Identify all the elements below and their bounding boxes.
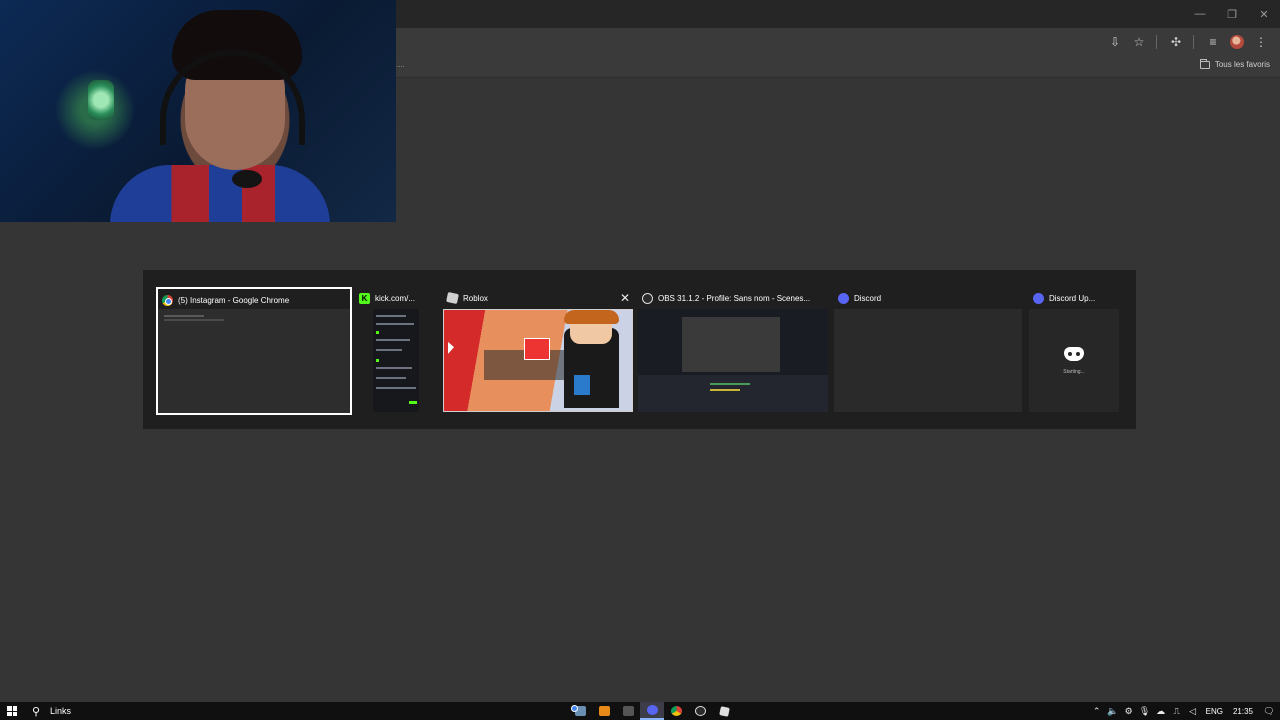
task-thumbnail <box>638 309 828 412</box>
obs-panels <box>638 375 828 412</box>
kick-icon: K <box>359 292 370 304</box>
task-chrome-instagram[interactable]: (5) Instagram - Google Chrome <box>156 287 352 415</box>
network-icon[interactable]: ⎍ <box>1169 702 1185 720</box>
taskbar-left: ⚲ Links <box>0 702 71 720</box>
task-header: OBS 31.1.2 - Profile: Sans nom - Scenes.… <box>638 287 828 309</box>
task-header: Discord <box>834 287 1022 309</box>
task-title: OBS 31.1.2 - Profile: Sans nom - Scenes.… <box>658 293 811 303</box>
taskbar-app-vlc[interactable] <box>592 702 616 720</box>
folder-icon <box>1199 58 1210 69</box>
notification-icon[interactable]: 🗨 <box>1258 702 1280 720</box>
screen: — ❐ ✕ ⇩ ☆ ✣ ≡ ⋮ .... Tous les favoris (5… <box>0 0 1280 720</box>
bookmarks-overflow[interactable]: .... <box>396 60 405 69</box>
close-icon[interactable]: ✕ <box>1248 0 1280 28</box>
task-thumbnail <box>355 309 425 412</box>
discord-icon <box>646 705 658 715</box>
all-bookmarks-label: Tous les favoris <box>1214 60 1270 69</box>
toolbar-icons: ⇩ ☆ ✣ ≡ ⋮ <box>1102 32 1272 52</box>
task-header: (5) Instagram - Google Chrome <box>158 289 350 311</box>
minimize-icon[interactable]: — <box>1184 0 1216 28</box>
windows-icon <box>7 706 17 716</box>
obs-icon <box>694 706 706 716</box>
webcam-lamp <box>88 80 114 120</box>
chrome-icon <box>162 294 173 306</box>
obs-icon <box>642 292 653 304</box>
app-tray-icon[interactable]: ⚙ <box>1121 702 1137 720</box>
toolbar-divider <box>1193 35 1194 49</box>
task-thumbnail <box>158 309 350 413</box>
game-character-hair <box>564 310 619 324</box>
task-discord-updater[interactable]: Discord Up... Starting... <box>1029 287 1119 415</box>
roblox-icon <box>718 705 730 717</box>
task-discord[interactable]: Discord <box>834 287 1022 415</box>
roblox-icon <box>446 291 459 305</box>
media-app-icon <box>622 706 634 716</box>
task-switcher: (5) Instagram - Google Chrome K kick.com… <box>143 270 1136 429</box>
search-icon[interactable]: ⚲ <box>24 702 48 720</box>
taskbar-apps <box>568 702 736 720</box>
task-thumbnail: Starting... <box>1029 309 1119 412</box>
speaker-icon[interactable]: ◁ <box>1185 702 1201 720</box>
taskbar-app-roblox[interactable] <box>712 702 736 720</box>
chevron-up-icon[interactable]: ⌃ <box>1089 702 1105 720</box>
task-header: Discord Up... <box>1029 287 1119 309</box>
task-title: Roblox <box>463 293 488 303</box>
webcam-overlay <box>0 0 396 222</box>
taskbar-app-obs[interactable] <box>688 702 712 720</box>
start-button[interactable] <box>0 702 24 720</box>
updater-status: Starting... <box>1063 368 1085 375</box>
game-character-pants <box>574 375 590 395</box>
taskbar: ⚲ Links ⌃ 🔈 ⚙ 🎙 ☁ ⎍ ◁ ENG 21:35 🗨 <box>0 702 1280 720</box>
webcam-mic <box>232 170 262 188</box>
install-app-icon[interactable]: ⇩ <box>1104 32 1126 52</box>
avatar <box>1230 35 1244 49</box>
all-bookmarks-button[interactable]: Tous les favoris <box>1199 58 1270 69</box>
chrome-icon <box>670 706 682 716</box>
onedrive-icon[interactable]: ☁ <box>1153 702 1169 720</box>
task-thumbnail <box>834 309 1022 412</box>
taskbar-app-chrome[interactable] <box>664 702 688 720</box>
task-header: Roblox <box>443 287 633 309</box>
game-item <box>524 338 550 360</box>
discord-icon <box>1033 292 1044 304</box>
task-title: (5) Instagram - Google Chrome <box>178 295 290 305</box>
obs-preview <box>682 317 780 372</box>
close-icon[interactable]: ✕ <box>620 291 630 305</box>
task-kick[interactable]: K kick.com/... <box>355 287 425 415</box>
toolbar-divider <box>1156 35 1157 49</box>
discord-logo-icon <box>1064 346 1084 361</box>
clock[interactable]: 21:35 <box>1228 707 1258 716</box>
task-thumbnail <box>443 309 633 412</box>
language-indicator[interactable]: ENG <box>1201 707 1228 716</box>
microphone-icon[interactable]: 🎙 <box>1137 702 1153 720</box>
mouse-cursor-icon <box>448 341 454 357</box>
task-header: K kick.com/... <box>355 287 425 309</box>
discord-icon <box>838 292 849 304</box>
restore-icon[interactable]: ❐ <box>1216 0 1248 28</box>
chrome-menu-icon[interactable]: ⋮ <box>1250 32 1272 52</box>
extensions-icon[interactable]: ✣ <box>1165 32 1187 52</box>
system-tray: ⌃ 🔈 ⚙ 🎙 ☁ ⎍ ◁ ENG 21:35 🗨 <box>1089 702 1280 720</box>
volume-icon[interactable]: 🔈 <box>1105 702 1121 720</box>
task-title: Discord Up... <box>1049 293 1096 303</box>
task-roblox[interactable]: Roblox ✕ <box>443 287 633 415</box>
taskbar-app-discord[interactable] <box>640 702 664 720</box>
window-controls: — ❐ ✕ <box>1184 0 1280 28</box>
taskbar-app-media[interactable] <box>616 702 640 720</box>
webcam-shirt <box>110 165 330 222</box>
vlc-icon <box>598 706 610 716</box>
taskbar-search-text[interactable]: Links <box>50 706 71 716</box>
profile-avatar[interactable] <box>1226 32 1248 52</box>
task-title: kick.com/... <box>375 293 416 303</box>
task-title: Discord <box>854 293 882 303</box>
media-control-icon[interactable]: ≡ <box>1202 32 1224 52</box>
task-obs[interactable]: OBS 31.1.2 - Profile: Sans nom - Scenes.… <box>638 287 828 415</box>
bookmark-star-icon[interactable]: ☆ <box>1128 32 1150 52</box>
